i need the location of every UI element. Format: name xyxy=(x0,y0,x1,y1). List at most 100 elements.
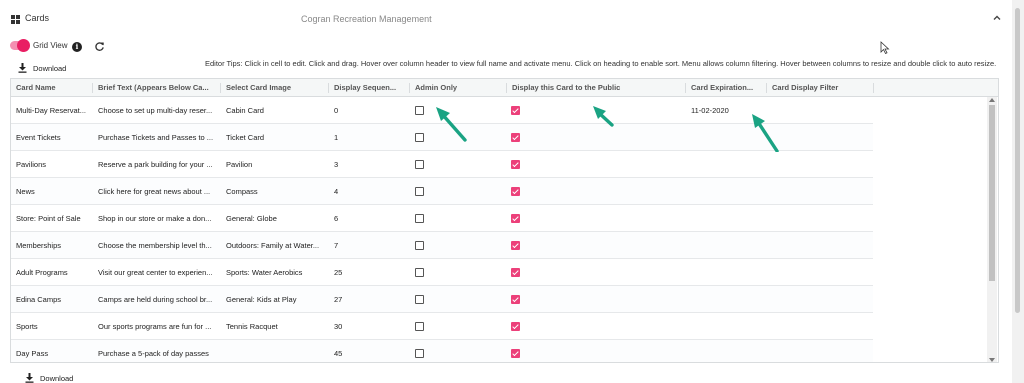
display-public-checkbox[interactable] xyxy=(511,187,520,196)
cell-brief-text[interactable]: Choose the membership level th... xyxy=(93,232,220,259)
scroll-down-arrow-icon[interactable] xyxy=(989,358,995,362)
chevron-up-icon[interactable] xyxy=(992,13,1002,23)
cell-card-name[interactable]: Sports xyxy=(11,313,92,340)
cell-display-sequence[interactable]: 45 xyxy=(329,340,409,362)
download-button-bottom[interactable]: Download xyxy=(25,372,73,383)
cell-display-sequence[interactable]: 27 xyxy=(329,286,409,313)
cell-brief-text[interactable]: Our sports programs are fun for ... xyxy=(93,313,220,340)
cell-card-image[interactable]: Cabin Card xyxy=(221,97,328,124)
page-scrollbar-thumb[interactable] xyxy=(1015,8,1020,313)
column-header-card-display-filter[interactable]: Card Display Filter xyxy=(767,79,873,97)
cell-card-expiration[interactable] xyxy=(686,178,766,205)
grid-scrollbar[interactable] xyxy=(987,97,997,362)
table-row[interactable]: Adult Programs Visit our great center to … xyxy=(11,259,873,286)
column-header-card-expiration[interactable]: Card Expiration... xyxy=(686,79,766,97)
cell-card-name[interactable]: Day Pass xyxy=(11,340,92,362)
table-row[interactable]: Memberships Choose the membership level t… xyxy=(11,232,873,259)
cell-card-display-filter[interactable] xyxy=(767,178,873,205)
cell-card-image[interactable]: Pavilion xyxy=(221,151,328,178)
display-public-checkbox[interactable] xyxy=(511,241,520,250)
cell-card-name[interactable]: Pavilions xyxy=(11,151,92,178)
scroll-up-arrow-icon[interactable] xyxy=(989,98,995,102)
cell-card-display-filter[interactable] xyxy=(767,205,873,232)
admin-only-checkbox[interactable] xyxy=(415,268,424,277)
cell-card-expiration[interactable] xyxy=(686,205,766,232)
cell-display-sequence[interactable]: 30 xyxy=(329,313,409,340)
admin-only-checkbox[interactable] xyxy=(415,214,424,223)
cell-card-image[interactable]: Compass xyxy=(221,178,328,205)
cell-card-display-filter[interactable] xyxy=(767,313,873,340)
column-header-card-name[interactable]: Card Name xyxy=(11,79,92,97)
cell-card-expiration[interactable] xyxy=(686,259,766,286)
table-row[interactable]: News Click here for great news about ... C… xyxy=(11,178,873,205)
cell-card-display-filter[interactable] xyxy=(767,232,873,259)
download-button[interactable]: Download xyxy=(18,62,66,74)
refresh-icon[interactable] xyxy=(94,41,105,52)
cell-card-name[interactable]: Event Tickets xyxy=(11,124,92,151)
cell-card-display-filter[interactable] xyxy=(767,259,873,286)
cell-display-sequence[interactable]: 3 xyxy=(329,151,409,178)
cell-brief-text[interactable]: Click here for great news about ... xyxy=(93,178,220,205)
admin-only-checkbox[interactable] xyxy=(415,349,424,358)
cell-card-image[interactable]: Ticket Card xyxy=(221,124,328,151)
admin-only-checkbox[interactable] xyxy=(415,106,424,115)
column-header-display-sequence[interactable]: Display Sequen... xyxy=(329,79,409,97)
cell-card-expiration[interactable] xyxy=(686,286,766,313)
cell-card-expiration[interactable] xyxy=(686,313,766,340)
cell-card-image[interactable] xyxy=(221,340,328,362)
cell-display-sequence[interactable]: 6 xyxy=(329,205,409,232)
cell-brief-text[interactable]: Visit our great center to experien... xyxy=(93,259,220,286)
table-row[interactable]: Pavilions Reserve a park building for you… xyxy=(11,151,873,178)
display-public-checkbox[interactable] xyxy=(511,349,520,358)
cell-card-expiration[interactable] xyxy=(686,340,766,362)
column-header-display-public[interactable]: Display this Card to the Public xyxy=(507,79,685,97)
table-row[interactable]: Sports Our sports programs are fun for ..… xyxy=(11,313,873,340)
cell-card-name[interactable]: Multi-Day Reservat... xyxy=(11,97,92,124)
column-header-admin-only[interactable]: Admin Only xyxy=(410,79,506,97)
column-divider[interactable] xyxy=(873,83,874,93)
display-public-checkbox[interactable] xyxy=(511,268,520,277)
admin-only-checkbox[interactable] xyxy=(415,295,424,304)
cell-card-image[interactable]: Tennis Racquet xyxy=(221,313,328,340)
cell-brief-text[interactable]: Purchase a 5-pack of day passes xyxy=(93,340,220,362)
cell-card-image[interactable]: General: Globe xyxy=(221,205,328,232)
cell-brief-text[interactable]: Choose to set up multi-day reser... xyxy=(93,97,220,124)
table-row[interactable]: Edina Camps Camps are held during school … xyxy=(11,286,873,313)
cell-card-display-filter[interactable] xyxy=(767,340,873,362)
cell-card-expiration[interactable] xyxy=(686,232,766,259)
info-icon[interactable]: i xyxy=(72,42,82,52)
display-public-checkbox[interactable] xyxy=(511,295,520,304)
scrollbar-thumb[interactable] xyxy=(989,105,995,281)
display-public-checkbox[interactable] xyxy=(511,160,520,169)
cell-card-image[interactable]: General: Kids at Play xyxy=(221,286,328,313)
admin-only-checkbox[interactable] xyxy=(415,133,424,142)
admin-only-checkbox[interactable] xyxy=(415,241,424,250)
cell-display-sequence[interactable]: 4 xyxy=(329,178,409,205)
cell-card-display-filter[interactable] xyxy=(767,151,873,178)
display-public-checkbox[interactable] xyxy=(511,133,520,142)
cell-brief-text[interactable]: Shop in our store or make a don... xyxy=(93,205,220,232)
display-public-checkbox[interactable] xyxy=(511,106,520,115)
cell-card-name[interactable]: News xyxy=(11,178,92,205)
cell-card-expiration[interactable] xyxy=(686,151,766,178)
page-scrollbar[interactable] xyxy=(1012,0,1024,383)
table-row[interactable]: Day Pass Purchase a 5-pack of day passes 4… xyxy=(11,340,873,362)
cell-display-sequence[interactable]: 1 xyxy=(329,124,409,151)
column-header-card-image[interactable]: Select Card Image xyxy=(221,79,328,97)
display-public-checkbox[interactable] xyxy=(511,214,520,223)
cell-brief-text[interactable]: Camps are held during school br... xyxy=(93,286,220,313)
cell-card-image[interactable]: Sports: Water Aerobics xyxy=(221,259,328,286)
grid-view-toggle[interactable] xyxy=(10,39,30,52)
cell-display-sequence[interactable]: 0 xyxy=(329,97,409,124)
cell-brief-text[interactable]: Purchase Tickets and Passes to ... xyxy=(93,124,220,151)
table-row[interactable]: Store: Point of Sale Shop in our store or… xyxy=(11,205,873,232)
cell-card-image[interactable]: Outdoors: Family at Water... xyxy=(221,232,328,259)
cell-card-name[interactable]: Store: Point of Sale xyxy=(11,205,92,232)
admin-only-checkbox[interactable] xyxy=(415,160,424,169)
cell-brief-text[interactable]: Reserve a park building for your ... xyxy=(93,151,220,178)
admin-only-checkbox[interactable] xyxy=(415,322,424,331)
cell-display-sequence[interactable]: 7 xyxy=(329,232,409,259)
admin-only-checkbox[interactable] xyxy=(415,187,424,196)
column-header-brief-text[interactable]: Brief Text (Appears Below Ca... xyxy=(93,79,220,97)
cell-card-name[interactable]: Adult Programs xyxy=(11,259,92,286)
